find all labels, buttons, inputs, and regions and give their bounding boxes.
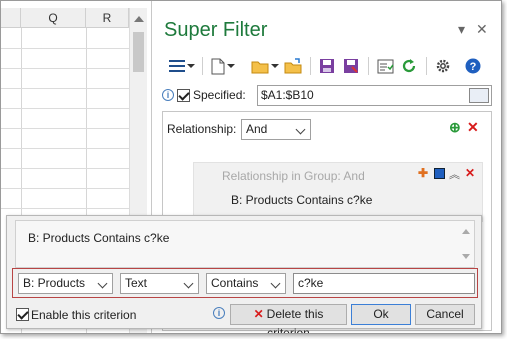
save-as-icon[interactable]	[340, 55, 362, 77]
relationship-select[interactable]: And	[241, 119, 311, 140]
toolbar: ?	[162, 51, 492, 81]
svg-text:?: ?	[470, 61, 477, 73]
info-icon[interactable]: i	[213, 307, 225, 319]
pane-options-icon[interactable]: ▾	[458, 21, 465, 38]
open-folder-icon[interactable]	[250, 55, 280, 77]
enable-criterion-label: Enable this criterion	[31, 308, 137, 322]
open-recent-icon[interactable]	[282, 55, 304, 77]
window-frame: Q R Super Filter ▾ ✕ ? i Specified: $A1:…	[0, 0, 502, 334]
refresh-icon[interactable]	[398, 55, 420, 77]
pane-title: Super Filter	[164, 19, 268, 41]
preview-text: B: Products Contains c?ke	[28, 231, 170, 245]
delete-icon: ✕	[253, 307, 264, 321]
criterion-editor: B: Products Contains c?ke B: Products Te…	[6, 215, 483, 333]
column-header-bar: Q R	[1, 8, 129, 28]
delete-all-icon[interactable]: ✕	[467, 119, 479, 136]
criteria-group[interactable]: Relationship in Group: And ✚ ︽ ✕ B: Prod…	[193, 162, 483, 222]
enable-criterion-checkbox[interactable]	[16, 308, 29, 321]
save-icon[interactable]	[316, 55, 338, 77]
criterion-value-input[interactable]: c?ke	[293, 273, 475, 294]
type-select[interactable]: Text	[120, 273, 199, 294]
group-window-icon[interactable]	[434, 168, 445, 179]
criterion-row: B: Products Text Contains c?ke	[12, 268, 478, 298]
delete-criterion-button[interactable]: ✕ Delete this criterion	[230, 304, 347, 333]
column-header-r[interactable]: R	[86, 8, 129, 28]
add-criterion-icon[interactable]: ✚	[418, 166, 428, 180]
relationship-value: And	[246, 122, 268, 136]
preview-scroll-down-icon[interactable]	[462, 254, 470, 259]
scenario-icon[interactable]	[374, 55, 396, 77]
range-select-icon[interactable]	[469, 88, 489, 103]
specified-label: Specified:	[193, 88, 246, 102]
specified-checkbox[interactable]	[177, 89, 190, 102]
menu-icon[interactable]	[168, 55, 196, 77]
ok-button[interactable]: Ok	[351, 304, 411, 325]
column-select[interactable]: B: Products	[18, 273, 113, 294]
range-input[interactable]: $A1:$B10	[257, 85, 492, 106]
info-icon[interactable]: i	[162, 89, 174, 101]
add-group-icon[interactable]: ⊕	[449, 119, 461, 136]
operator-select[interactable]: Contains	[206, 273, 286, 294]
scroll-thumb[interactable]	[133, 32, 144, 72]
collapse-icon[interactable]: ︽	[449, 166, 460, 182]
criterion-preview: B: Products Contains c?ke	[15, 220, 475, 268]
gear-icon[interactable]	[432, 55, 454, 77]
relationship-label: Relationship:	[167, 122, 237, 136]
scroll-up-icon[interactable]	[134, 16, 144, 22]
pane-close-icon[interactable]: ✕	[476, 21, 488, 38]
group-criterion-text[interactable]: B: Products Contains c?ke	[231, 193, 372, 207]
specified-range-row: i Specified: $A1:$B10	[162, 85, 492, 107]
criterion-value: c?ke	[298, 276, 324, 290]
range-value: $A1:$B10	[261, 88, 314, 102]
help-icon[interactable]: ?	[462, 55, 484, 77]
column-value: B: Products	[23, 276, 86, 290]
group-relationship-label: Relationship in Group: And	[222, 169, 365, 183]
dialog-button-row: Enable this criterion i ✕ Delete this cri…	[7, 302, 483, 333]
preview-scroll-up-icon[interactable]	[462, 229, 470, 234]
cancel-button[interactable]: Cancel	[415, 304, 475, 325]
delete-group-icon[interactable]: ✕	[465, 166, 475, 180]
new-file-icon[interactable]	[208, 55, 238, 77]
operator-value: Contains	[211, 276, 259, 290]
type-value: Text	[125, 276, 148, 290]
column-header-q[interactable]: Q	[21, 8, 86, 28]
